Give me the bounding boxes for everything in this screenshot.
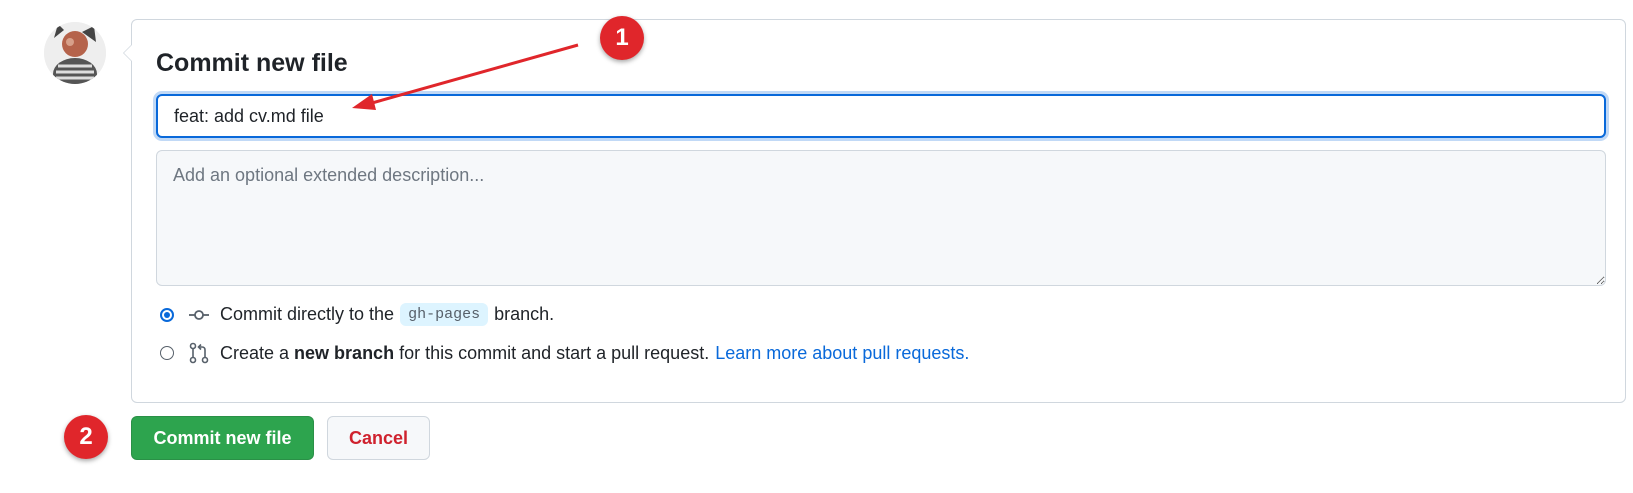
avatar-image — [44, 22, 106, 84]
radio-commit-direct[interactable] — [160, 307, 174, 322]
commit-new-file-button[interactable]: Commit new file — [131, 416, 314, 460]
option-direct-suffix: branch. — [494, 304, 555, 324]
commit-summary-input[interactable] — [156, 94, 1606, 138]
radio-new-branch[interactable] — [160, 346, 174, 360]
git-pull-request-icon — [188, 342, 210, 364]
avatar[interactable] — [44, 22, 106, 84]
learn-more-pull-requests-link[interactable]: Learn more about pull requests. — [715, 343, 969, 364]
option-new-branch[interactable]: Create a new branch for this commit and … — [160, 342, 969, 364]
option-direct-text: Commit directly to the — [220, 304, 395, 324]
commit-form: Commit new file Commit directly to the g… — [123, 19, 1626, 403]
option-new-branch-suffix: for this commit and start a pull request… — [399, 342, 710, 363]
cancel-button[interactable]: Cancel — [327, 416, 430, 460]
option-new-branch-prefix: Create a — [220, 342, 290, 363]
commit-title: Commit new file — [156, 49, 348, 77]
annotation-badge-1: 1 — [600, 16, 644, 60]
commit-description-input[interactable] — [156, 150, 1606, 286]
git-commit-icon — [188, 304, 210, 326]
option-commit-direct[interactable]: Commit directly to the gh-pages branch. — [160, 303, 554, 326]
option-new-branch-bold: new branch — [294, 342, 395, 363]
commit-page: Commit new file Commit directly to the g… — [0, 0, 1633, 493]
branch-name-tag: gh-pages — [400, 303, 489, 326]
annotation-badge-2: 2 — [64, 415, 108, 459]
